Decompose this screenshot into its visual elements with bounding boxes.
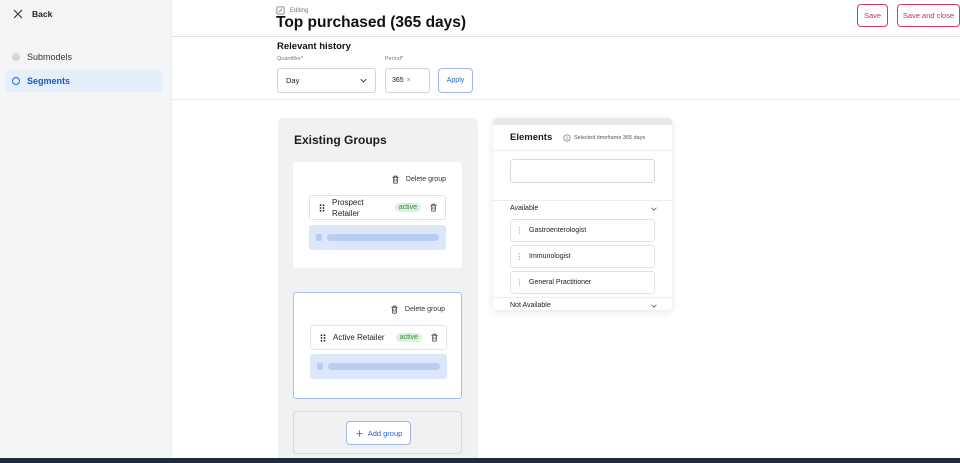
element-item-immunologist[interactable]: Immunologist: [510, 245, 655, 268]
close-icon: [13, 9, 23, 19]
chevron-down-icon: [360, 78, 367, 83]
drop-zone[interactable]: [309, 225, 446, 250]
back-button[interactable]: Back: [12, 8, 52, 20]
trash-icon: [392, 175, 399, 184]
period-label: Period*: [385, 56, 404, 62]
element-item-gastroenterologist[interactable]: Gastroenterologist: [510, 219, 655, 242]
elements-header: Elements Selected timeframe 365 days: [493, 125, 672, 151]
quantifier-value: Day: [286, 76, 300, 85]
timeframe-label: Selected timeframe 365 days: [574, 135, 646, 141]
drag-handle-icon[interactable]: [319, 203, 325, 212]
timeframe-info: Selected timeframe 365 days: [563, 134, 645, 142]
quantifier-label: Quantifier*: [277, 56, 303, 62]
existing-groups-panel: Existing Groups Delete group Prospect Re…: [278, 118, 478, 458]
sidebar-item-label: Segments: [27, 76, 71, 86]
sidebar-item-submodels[interactable]: Submodels: [5, 46, 163, 68]
sidebar: Back Submodels Segments: [0, 0, 172, 458]
available-label: Available: [510, 205, 539, 212]
delete-group-button[interactable]: Delete group: [391, 175, 446, 184]
drop-placeholder-handle: [316, 234, 322, 241]
elements-title: Elements: [510, 132, 553, 143]
member-name: Active Retailer: [333, 333, 385, 342]
drag-handle-icon[interactable]: [518, 227, 521, 234]
group-card: Delete group Active Retailer active: [293, 292, 462, 399]
period-value: 365: [392, 77, 404, 84]
save-and-close-button[interactable]: Save and close: [897, 4, 960, 27]
save-button[interactable]: Save: [857, 4, 888, 27]
apply-button[interactable]: Apply: [438, 68, 473, 93]
available-section-toggle[interactable]: Available: [493, 200, 672, 216]
element-item-label: Immunologist: [529, 253, 571, 260]
element-item-general-practitioner[interactable]: General Practitioner: [510, 271, 655, 294]
drop-zone[interactable]: [310, 354, 447, 379]
sidebar-item-segments[interactable]: Segments: [5, 70, 163, 92]
existing-groups-title: Existing Groups: [294, 133, 387, 147]
group-member[interactable]: Prospect Retailer active: [309, 195, 446, 220]
sidebar-item-label: Submodels: [27, 52, 73, 62]
info-icon: [563, 134, 571, 142]
element-item-label: Gastroenterologist: [529, 227, 587, 234]
drag-handle-icon[interactable]: [518, 279, 521, 286]
add-group-button[interactable]: Add group: [346, 421, 411, 445]
drop-placeholder-handle: [317, 363, 323, 370]
elements-search-input[interactable]: [510, 159, 655, 183]
drag-handle-icon[interactable]: [518, 253, 521, 260]
delete-group-label: Delete group: [404, 306, 445, 313]
trash-icon[interactable]: [429, 203, 438, 212]
drop-placeholder-bar: [328, 363, 440, 370]
period-input[interactable]: 365 ×: [385, 68, 430, 93]
relevant-history-section: Relevant history Quantifier* Period* Day…: [172, 38, 960, 100]
segments-circle-icon: [12, 77, 20, 85]
member-name: Prospect Retailer: [332, 197, 364, 218]
bottom-bar: [0, 458, 960, 463]
delete-group-button[interactable]: Delete group: [390, 305, 445, 314]
chevron-down-icon: [651, 207, 657, 211]
submodels-dot-icon: [12, 53, 20, 61]
not-available-section-toggle[interactable]: Not Available: [493, 297, 672, 313]
not-available-label: Not Available: [510, 302, 551, 309]
drop-placeholder-bar: [327, 234, 439, 241]
element-item-label: General Practitioner: [529, 279, 592, 286]
trash-icon: [391, 305, 398, 314]
delete-group-label: Delete group: [405, 176, 446, 183]
add-group-zone: Add group: [293, 411, 462, 454]
page-title: Top purchased (365 days): [276, 14, 467, 31]
page-header: Editing Top purchased (365 days) Save Sa…: [172, 0, 960, 37]
back-label: Back: [32, 9, 53, 19]
chevron-down-icon: [651, 304, 657, 308]
drag-handle-icon[interactable]: [320, 333, 326, 342]
plus-icon: [356, 429, 363, 437]
period-clear-button[interactable]: ×: [407, 77, 411, 84]
group-member[interactable]: Active Retailer active: [310, 325, 447, 350]
relevant-history-title: Relevant history: [277, 41, 351, 52]
group-card: Delete group Prospect Retailer active: [293, 162, 462, 268]
editing-label: Editing: [290, 7, 309, 14]
status-badge: active: [395, 333, 422, 342]
quantifier-select[interactable]: Day: [277, 68, 376, 93]
elements-panel: Elements Selected timeframe 365 days Ava…: [493, 118, 672, 310]
status-badge: active: [394, 203, 421, 212]
trash-icon[interactable]: [430, 333, 439, 342]
add-group-label: Add group: [367, 428, 403, 438]
